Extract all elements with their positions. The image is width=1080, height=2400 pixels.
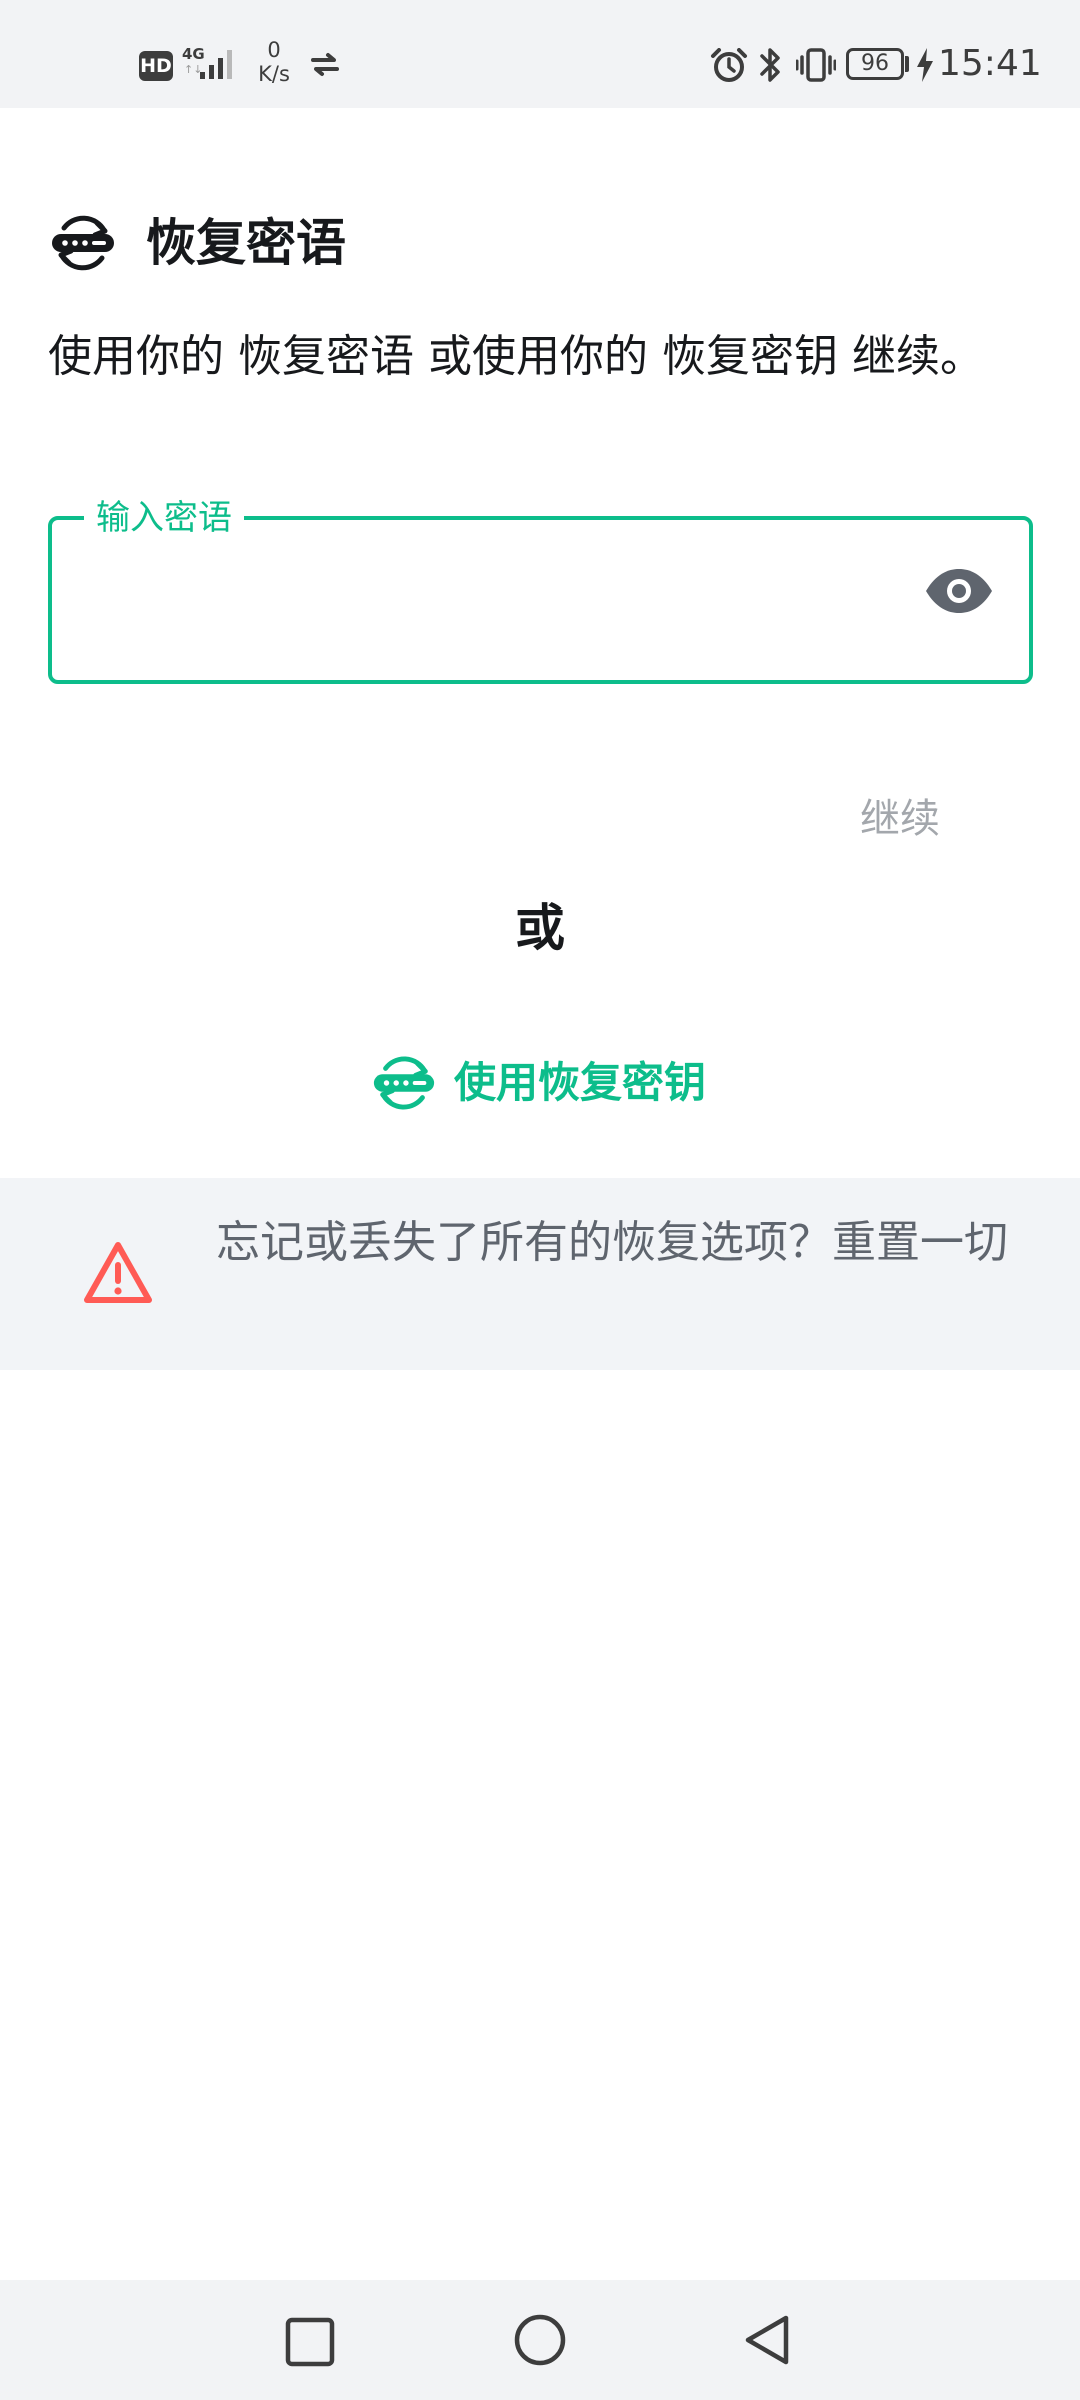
continue-button[interactable]: 继续 xyxy=(838,786,962,852)
warning-triangle-icon xyxy=(84,1242,152,1303)
triangle-back-icon[interactable] xyxy=(740,2312,796,2368)
battery-icon: 96 xyxy=(846,48,904,80)
status-bar: HD 4G ↑↓ 0 K/s 96 15:41 xyxy=(0,0,1080,108)
recovery-key-icon xyxy=(373,1056,435,1110)
network-speed: 0 K/s xyxy=(252,38,296,86)
use-recovery-key-button[interactable]: 使用恢复密钥 xyxy=(370,1052,706,1114)
recovery-key-icon xyxy=(52,215,114,271)
speed-value: 0 xyxy=(267,38,281,62)
bluetooth-icon xyxy=(760,48,780,82)
speed-unit: K/s xyxy=(258,62,290,86)
circle-icon[interactable] xyxy=(512,2312,568,2368)
square-icon[interactable] xyxy=(284,2316,336,2368)
reset-banner[interactable] xyxy=(0,1178,1080,1370)
eye-icon[interactable] xyxy=(924,568,994,614)
passphrase-field-label: 输入密语 xyxy=(84,498,244,538)
page-title: 恢复密语 xyxy=(146,214,346,272)
description-text: 使用你的 恢复密语 或使用你的 恢复密钥 继续。 xyxy=(48,331,984,382)
battery-cap xyxy=(905,56,909,72)
charging-icon xyxy=(917,48,933,82)
alarm-icon xyxy=(711,48,747,82)
passphrase-input[interactable] xyxy=(88,548,892,654)
hd-icon: HD xyxy=(139,51,173,81)
vibrate-icon xyxy=(796,48,836,82)
use-recovery-key-label: 使用恢复密钥 xyxy=(454,1058,707,1107)
reset-all-link[interactable]: 忘记或丢失了所有的恢复选项？重置一切 xyxy=(216,1212,1046,1274)
clock: 15:41 xyxy=(938,43,1042,84)
signal-icon xyxy=(200,50,232,79)
or-separator: 或 xyxy=(515,899,565,957)
title-row: 恢复密语 xyxy=(48,208,346,278)
transfer-icon xyxy=(311,53,339,76)
